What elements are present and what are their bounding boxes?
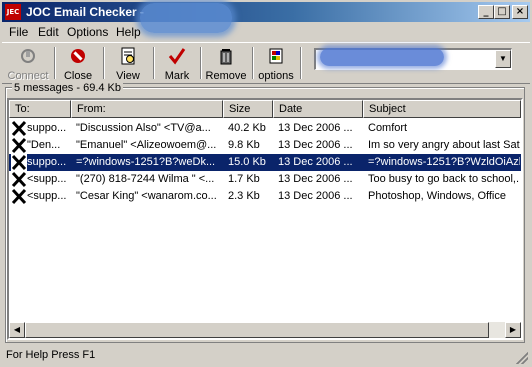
cell-size: 40.2 Kb bbox=[228, 122, 266, 134]
options-button[interactable]: options bbox=[256, 46, 296, 82]
options-label: options bbox=[258, 70, 294, 82]
scrollbar-thumb[interactable] bbox=[25, 322, 489, 338]
table-row[interactable]: suppo... "Discussion Also" <TV@a... 40.2… bbox=[9, 120, 521, 137]
horizontal-scrollbar[interactable]: ◀ ▶ bbox=[9, 322, 521, 338]
remove-label: Remove bbox=[205, 70, 247, 82]
toolbar-separator bbox=[252, 47, 254, 79]
messages-summary: 5 messages - 69.4 Kb bbox=[12, 82, 124, 94]
cell-size: 15.0 Kb bbox=[228, 156, 266, 168]
cell-size: 2.3 Kb bbox=[228, 190, 260, 202]
x-mark-icon bbox=[11, 120, 27, 137]
redacted-region bbox=[320, 48, 444, 66]
mark-button[interactable]: Mark bbox=[158, 46, 196, 82]
menu-file-label: File bbox=[9, 25, 29, 39]
cell-to: suppo... bbox=[27, 122, 67, 134]
toolbar-separator bbox=[54, 47, 56, 79]
cell-to: "Den... bbox=[27, 139, 61, 151]
column-header-date[interactable]: Date bbox=[273, 100, 363, 118]
cell-from: =?windows-1251?B?weDk... bbox=[76, 156, 216, 168]
cell-subject: Comfort bbox=[368, 122, 408, 134]
column-header-from[interactable]: From: bbox=[71, 100, 223, 118]
connect-button[interactable]: Connect bbox=[6, 46, 50, 82]
cell-from: "(270) 818-7244 Wilma " <... bbox=[76, 173, 215, 185]
connect-label: Connect bbox=[7, 70, 49, 82]
menu-bar: File Edit Options Help bbox=[2, 23, 530, 41]
menu-edit-label: Edit bbox=[38, 25, 59, 39]
menu-options-label: Options bbox=[67, 25, 109, 39]
menu-file[interactable]: File bbox=[9, 25, 28, 39]
account-select[interactable]: ▼ bbox=[314, 48, 512, 70]
x-mark-icon bbox=[11, 171, 27, 188]
close-connection-button[interactable]: Close bbox=[58, 46, 98, 82]
menu-help-label: Help bbox=[116, 25, 141, 39]
toolbar: Connect Close View Mark Remove options ▼ bbox=[2, 42, 530, 84]
toolbar-separator bbox=[200, 47, 202, 79]
x-mark-icon bbox=[11, 188, 27, 205]
cell-to: <supp... bbox=[27, 190, 67, 202]
cell-date: 13 Dec 2006 ... bbox=[278, 173, 353, 185]
cell-size: 1.7 Kb bbox=[228, 173, 260, 185]
close-label: Close bbox=[63, 70, 93, 82]
cell-date: 13 Dec 2006 ... bbox=[278, 139, 353, 151]
cell-subject: Too busy to go back to school,... bbox=[368, 173, 520, 185]
chevron-down-icon[interactable]: ▼ bbox=[495, 50, 511, 68]
checkmark-icon bbox=[168, 48, 186, 65]
cell-subject: Photoshop, Windows, Office bbox=[368, 190, 506, 202]
window-title: JOC Email Checker - bbox=[26, 5, 145, 19]
view-button[interactable]: View bbox=[108, 46, 148, 82]
x-mark-icon bbox=[11, 137, 27, 154]
cell-date: 13 Dec 2006 ... bbox=[278, 156, 353, 168]
table-row[interactable]: <supp... "Cesar King" <wanarom.co... 2.3… bbox=[9, 188, 521, 205]
connect-icon bbox=[21, 49, 35, 63]
menu-help[interactable]: Help bbox=[116, 25, 141, 39]
scroll-right-icon[interactable]: ▶ bbox=[505, 322, 521, 338]
message-list[interactable]: To: From: Size Date Subject suppo... "Di… bbox=[7, 98, 523, 340]
remove-button[interactable]: Remove bbox=[204, 46, 248, 82]
table-row-selected[interactable]: suppo... =?windows-1251?B?weDk... 15.0 K… bbox=[9, 154, 521, 171]
status-bar: For Help Press F1 bbox=[2, 347, 530, 365]
view-label: View bbox=[116, 70, 140, 82]
app-window: JEC JOC Email Checker - _ □ × File Edit … bbox=[0, 0, 532, 367]
options-icon bbox=[269, 48, 283, 64]
cell-from: "Emanuel" <Alizeowoem@... bbox=[76, 139, 217, 151]
menu-edit[interactable]: Edit bbox=[38, 25, 59, 39]
mark-label: Mark bbox=[164, 70, 190, 82]
x-mark-icon bbox=[11, 154, 27, 171]
trash-icon bbox=[220, 49, 232, 65]
stop-icon bbox=[71, 49, 85, 63]
resize-grip-icon[interactable] bbox=[516, 352, 528, 364]
maximize-button[interactable]: □ bbox=[494, 5, 510, 19]
status-text: For Help Press F1 bbox=[6, 349, 96, 361]
cell-date: 13 Dec 2006 ... bbox=[278, 190, 353, 202]
title-bar[interactable]: JEC JOC Email Checker - _ □ × bbox=[2, 2, 530, 33]
cell-size: 9.8 Kb bbox=[228, 139, 260, 151]
menu-options[interactable]: Options bbox=[67, 25, 108, 39]
cell-from: "Discussion Also" <TV@a... bbox=[76, 122, 211, 134]
cell-to: <supp... bbox=[27, 173, 67, 185]
close-window-button[interactable]: × bbox=[512, 5, 528, 19]
table-row[interactable]: "Den... "Emanuel" <Alizeowoem@... 9.8 Kb… bbox=[9, 137, 521, 154]
minimize-button[interactable]: _ bbox=[478, 5, 494, 19]
column-header-subject[interactable]: Subject bbox=[363, 100, 521, 118]
cell-subject: Im so very angry about last Sat... bbox=[368, 139, 520, 151]
column-header-to[interactable]: To: bbox=[9, 100, 71, 118]
toolbar-separator bbox=[300, 47, 302, 79]
cell-subject: =?windows-1251?B?WzldOiAzl... bbox=[368, 156, 520, 168]
view-document-icon bbox=[121, 47, 135, 65]
cell-date: 13 Dec 2006 ... bbox=[278, 122, 353, 134]
toolbar-separator bbox=[103, 47, 105, 79]
list-header: To: From: Size Date Subject bbox=[9, 100, 521, 118]
scroll-left-icon[interactable]: ◀ bbox=[9, 322, 25, 338]
table-row[interactable]: <supp... "(270) 818-7244 Wilma " <... 1.… bbox=[9, 171, 521, 188]
cell-from: "Cesar King" <wanarom.co... bbox=[76, 190, 217, 202]
toolbar-separator bbox=[153, 47, 155, 79]
app-icon[interactable]: JEC bbox=[5, 4, 21, 20]
cell-to: suppo... bbox=[27, 156, 67, 168]
column-header-size[interactable]: Size bbox=[223, 100, 273, 118]
